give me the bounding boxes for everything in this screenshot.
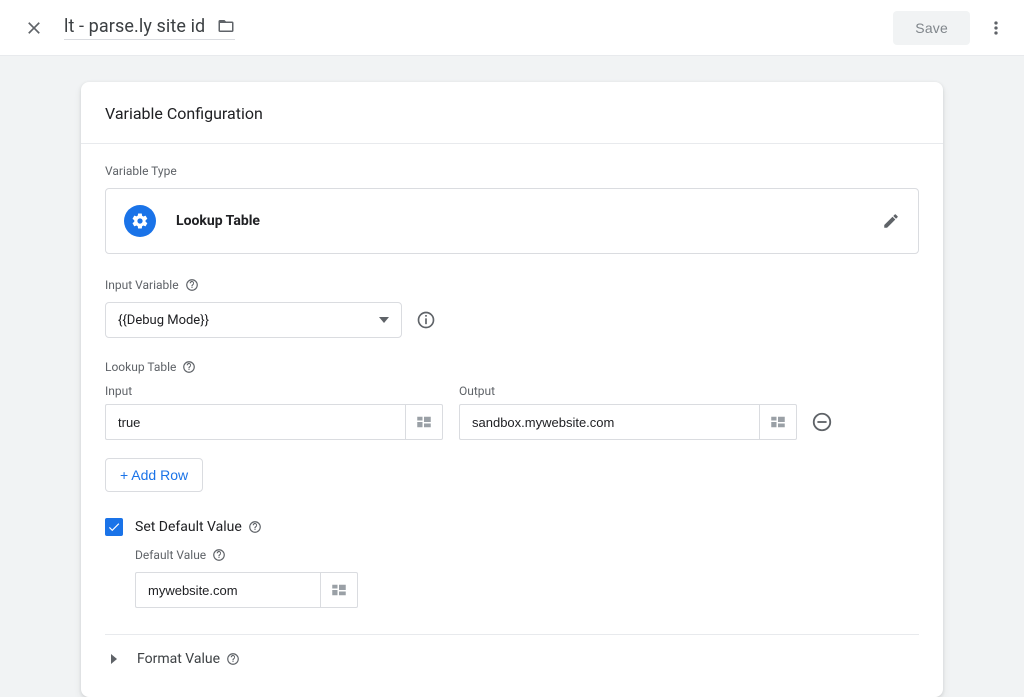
set-default-label: Set Default Value <box>135 519 242 535</box>
variable-picker-icon[interactable] <box>759 404 797 440</box>
default-value-label: Default Value <box>135 548 919 562</box>
format-value-label: Format Value <box>137 651 220 667</box>
help-icon[interactable] <box>226 652 240 666</box>
set-default-checkbox[interactable] <box>105 518 123 536</box>
folder-icon[interactable] <box>217 17 235 35</box>
lookup-table-label: Lookup Table <box>105 360 919 374</box>
help-icon[interactable] <box>182 360 196 374</box>
output-field[interactable] <box>459 404 759 440</box>
help-icon[interactable] <box>185 278 199 292</box>
help-icon[interactable] <box>248 520 262 534</box>
variable-type-label: Variable Type <box>105 164 919 178</box>
info-icon[interactable] <box>416 310 436 330</box>
title-container: lt - parse.ly site id <box>64 16 235 40</box>
table-row <box>105 404 443 440</box>
output-column-label: Output <box>459 384 833 398</box>
default-value-field[interactable] <box>135 572 320 608</box>
save-button[interactable]: Save <box>893 11 970 45</box>
input-column-label: Input <box>105 384 443 398</box>
close-icon[interactable] <box>24 18 44 38</box>
table-row <box>459 404 797 440</box>
gear-icon <box>124 205 156 237</box>
add-row-button[interactable]: + Add Row <box>105 458 203 492</box>
remove-row-icon[interactable] <box>811 411 833 433</box>
chevron-right-icon <box>109 654 119 664</box>
input-field[interactable] <box>105 404 405 440</box>
config-card: Variable Configuration Variable Type Loo… <box>81 82 943 697</box>
help-icon[interactable] <box>212 548 226 562</box>
format-value-toggle[interactable]: Format Value <box>105 635 919 673</box>
page-title[interactable]: lt - parse.ly site id <box>64 16 205 37</box>
input-variable-select[interactable]: {{Debug Mode}} <box>105 302 402 338</box>
input-variable-value: {{Debug Mode}} <box>118 313 379 328</box>
card-title: Variable Configuration <box>81 82 943 143</box>
variable-type-selector[interactable]: Lookup Table <box>105 188 919 254</box>
pencil-icon[interactable] <box>882 212 900 230</box>
input-variable-label: Input Variable <box>105 278 919 292</box>
variable-picker-icon[interactable] <box>405 404 443 440</box>
variable-picker-icon[interactable] <box>320 572 358 608</box>
overflow-menu-icon[interactable] <box>984 16 1008 40</box>
top-bar: lt - parse.ly site id Save <box>0 0 1024 56</box>
variable-type-value: Lookup Table <box>176 213 260 229</box>
chevron-down-icon <box>379 317 389 323</box>
